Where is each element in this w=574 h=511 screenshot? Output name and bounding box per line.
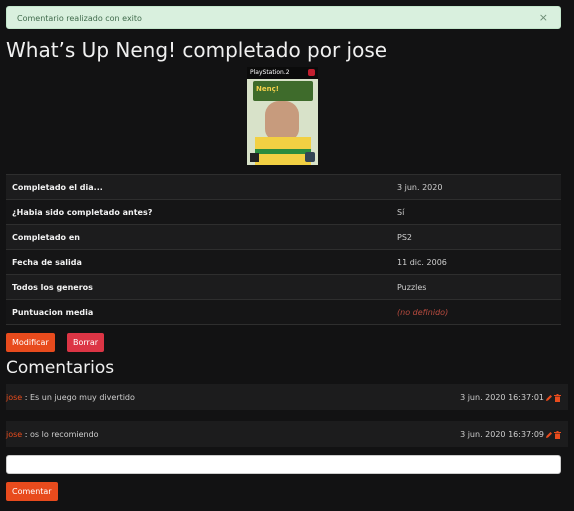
comment-text: Es un juego muy divertido [30, 393, 135, 402]
comment-input[interactable] [6, 455, 561, 474]
detail-value: Sí [391, 199, 561, 225]
delete-button[interactable]: Borrar [67, 333, 105, 352]
page-title: What’s Up Neng! completado por jose [6, 38, 388, 62]
cover-platform-text: PlayStation.2 [250, 69, 290, 76]
modify-button[interactable]: Modificar [6, 333, 55, 352]
detail-value: PS2 [391, 224, 561, 250]
cover-logo-text: Nenç! [256, 85, 279, 93]
comment-text: os lo recomiendo [30, 430, 99, 439]
list-item: jose : Es un juego muy divertido 3 jun. … [6, 384, 568, 410]
completion-details-table: Completado el dia... 3 jun. 2020 ¿Habia … [6, 174, 561, 325]
comment-button[interactable]: Comentar [6, 482, 58, 501]
table-row: Completado el dia... 3 jun. 2020 [6, 174, 561, 200]
alert-message: Comentario realizado con exito [17, 14, 142, 23]
comment-author: jose [6, 393, 23, 402]
detail-label: Puntuacion media [6, 299, 391, 325]
table-row: Puntuacion media (no definido) [6, 299, 561, 325]
table-row: Completado en PS2 [6, 224, 561, 250]
edit-pencil-icon[interactable] [545, 430, 553, 439]
detail-value: Puzzles [391, 274, 561, 300]
trash-icon[interactable] [554, 393, 561, 402]
trash-icon[interactable] [554, 430, 561, 439]
table-row: ¿Habia sido completado antes? Sí [6, 199, 561, 225]
detail-label: Completado en [6, 224, 391, 250]
comment-body: jose : Es un juego muy divertido [6, 393, 135, 402]
comment-meta: 3 jun. 2020 16:37:09 [460, 430, 561, 439]
success-alert: Comentario realizado con exito × [6, 6, 561, 29]
comment-body: jose : os lo recomiendo [6, 430, 99, 439]
detail-value: 11 dic. 2006 [391, 249, 561, 275]
comment-timestamp: 3 jun. 2020 16:37:09 [460, 430, 544, 439]
game-cover-image: PlayStation.2 Nenç! [247, 67, 318, 165]
edit-pencil-icon[interactable] [545, 393, 553, 402]
table-row: Fecha de salida 11 dic. 2006 [6, 249, 561, 275]
comment-timestamp: 3 jun. 2020 16:37:01 [460, 393, 544, 402]
comment-separator: : [22, 430, 30, 439]
detail-value: 3 jun. 2020 [391, 174, 561, 200]
list-item: jose : os lo recomiendo 3 jun. 2020 16:3… [6, 421, 568, 447]
comment-author: jose [6, 430, 23, 439]
detail-value: (no definido) [391, 299, 561, 325]
comment-meta: 3 jun. 2020 16:37:01 [460, 393, 561, 402]
comments-heading: Comentarios [6, 358, 115, 378]
detail-label: Todos los generos [6, 274, 391, 300]
close-icon[interactable]: × [539, 11, 548, 24]
table-row: Todos los generos Puzzles [6, 274, 561, 300]
detail-label: ¿Habia sido completado antes? [6, 199, 391, 225]
detail-label: Completado el dia... [6, 174, 391, 200]
detail-label: Fecha de salida [6, 249, 391, 275]
comment-separator: : [22, 393, 30, 402]
